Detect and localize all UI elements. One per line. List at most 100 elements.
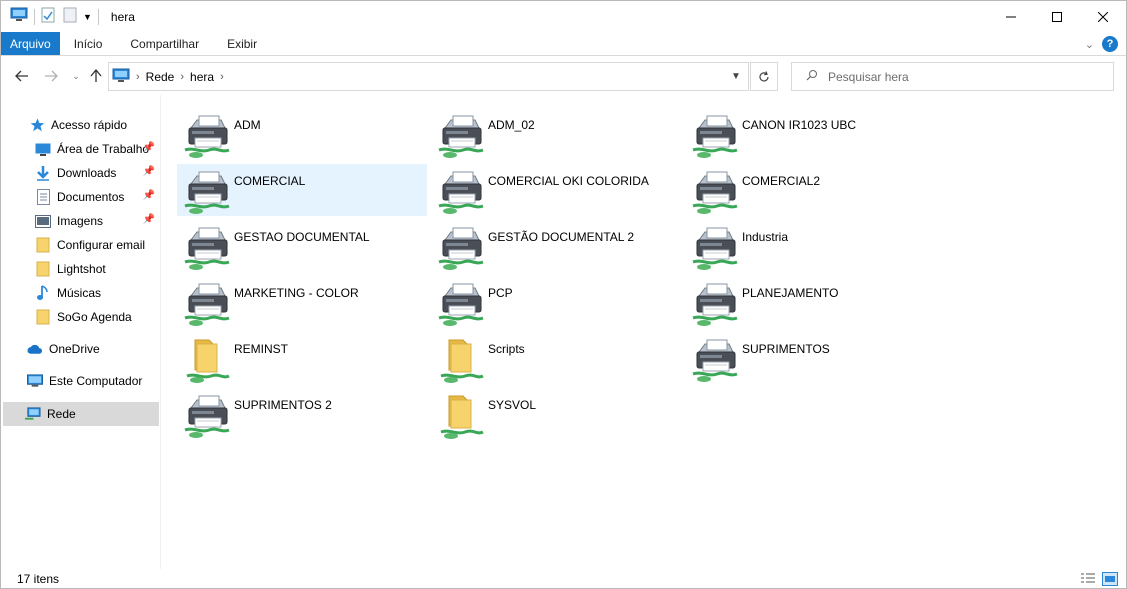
pin-icon[interactable]: 📌	[143, 214, 155, 225]
nav-item-label: Downloads	[57, 166, 117, 180]
nav-network-label: Rede	[47, 407, 76, 421]
properties-icon[interactable]	[41, 7, 55, 26]
nav-network[interactable]: Rede	[3, 402, 159, 426]
close-button[interactable]	[1080, 1, 1126, 32]
expand-ribbon-icon[interactable]: ⌄	[1085, 38, 1094, 51]
nav-item-downloads[interactable]: Downloads 📌	[3, 161, 159, 185]
maximize-button[interactable]	[1034, 1, 1080, 32]
printer-item[interactable]: COMERCIAL OKI COLORIDA	[431, 164, 681, 216]
up-button[interactable]	[87, 67, 105, 85]
recent-locations-button[interactable]: ⌄	[67, 67, 85, 85]
nav-item-label: Imagens	[57, 214, 104, 228]
folder-icon	[35, 309, 51, 325]
large-icons-view-icon[interactable]	[1102, 572, 1118, 586]
nav-item-configurar-email[interactable]: Configurar email	[3, 233, 159, 257]
folder-icon	[35, 237, 51, 253]
download-icon	[35, 165, 51, 181]
network-share-item[interactable]: SYSVOL	[431, 388, 681, 440]
tab-exibir[interactable]: Exibir	[213, 32, 271, 55]
network-printer-icon	[691, 224, 739, 272]
nav-item-lightshot[interactable]: Lightshot	[3, 257, 159, 281]
item-name: MARKETING - COLOR	[234, 286, 359, 300]
breadcrumb-rede[interactable]: Rede	[146, 70, 175, 84]
item-name: SYSVOL	[488, 398, 537, 412]
back-button[interactable]	[13, 67, 31, 85]
printer-item[interactable]: CANON IR1023 UBC	[685, 108, 935, 160]
breadcrumb-separator-icon[interactable]: ›	[136, 71, 140, 83]
computer-icon[interactable]	[10, 7, 28, 26]
nav-item-musicas[interactable]: Músicas	[3, 281, 159, 305]
printer-item[interactable]: ADM_02	[431, 108, 681, 160]
breadcrumb-hera[interactable]: hera	[190, 70, 214, 84]
breadcrumb-separator-icon[interactable]: ›	[220, 71, 224, 83]
content-area: ADM ADM_02 CANON IR1023 UBC COMERCIAL COMERC…	[162, 95, 1126, 569]
image-icon	[35, 213, 51, 229]
forward-button[interactable]	[42, 67, 60, 85]
nav-onedrive[interactable]: OneDrive	[3, 337, 159, 361]
window-controls	[988, 1, 1126, 32]
computer-icon	[27, 373, 43, 389]
item-name: REMINST	[234, 342, 288, 356]
tab-arquivo[interactable]: Arquivo	[1, 32, 60, 55]
search-box[interactable]	[791, 62, 1114, 91]
customize-toolbar-icon[interactable]: ▼	[83, 12, 92, 22]
nav-quick-access[interactable]: Acesso rápido	[3, 113, 159, 137]
nav-item-label: Área de Trabalho	[57, 142, 150, 156]
ribbon-right-controls: ⌄ ?	[1085, 32, 1118, 56]
nav-item-area-de-trabalho[interactable]: Área de Trabalho 📌	[3, 137, 159, 161]
network-printer-icon	[183, 224, 231, 272]
printer-item[interactable]: SUPRIMENTOS	[685, 332, 935, 384]
address-bar[interactable]: › Rede › hera › ▼	[108, 62, 749, 91]
search-icon	[806, 69, 818, 84]
printer-item[interactable]: GESTAO DOCUMENTAL	[177, 220, 427, 272]
nav-item-sogo-agenda[interactable]: SoGo Agenda	[3, 305, 159, 329]
nav-item-imagens[interactable]: Imagens 📌	[3, 209, 159, 233]
search-input[interactable]	[828, 69, 1098, 84]
window-title: hera	[110, 9, 135, 24]
item-name: CANON IR1023 UBC	[742, 118, 857, 132]
tab-compartilhar[interactable]: Compartilhar	[116, 32, 213, 55]
printer-item[interactable]: PLANEJAMENTO	[685, 276, 935, 328]
printer-item[interactable]: MARKETING - COLOR	[177, 276, 427, 328]
network-share-item[interactable]: REMINST	[177, 332, 427, 384]
breadcrumb-separator-icon[interactable]: ›	[180, 71, 184, 83]
quick-access-toolbar: ▼ hera	[1, 1, 135, 32]
network-icon	[112, 68, 130, 86]
tab-inicio[interactable]: Início	[60, 32, 117, 55]
nav-quick-access-label: Acesso rápido	[51, 118, 128, 132]
shared-folder-icon	[437, 392, 485, 440]
printer-item[interactable]: COMERCIAL2	[685, 164, 935, 216]
printer-item[interactable]: Industria	[685, 220, 935, 272]
nav-item-documentos[interactable]: Documentos 📌	[3, 185, 159, 209]
folder-icon	[35, 261, 51, 277]
item-name: COMERCIAL2	[742, 174, 821, 188]
help-icon[interactable]: ?	[1102, 36, 1118, 52]
shared-folder-icon	[437, 336, 485, 384]
item-name: GESTÃO DOCUMENTAL 2	[488, 230, 635, 244]
desktop-icon	[35, 141, 51, 157]
network-printer-icon	[183, 168, 231, 216]
details-view-icon[interactable]	[1080, 572, 1096, 586]
printer-item[interactable]: PCP	[431, 276, 681, 328]
pin-icon[interactable]: 📌	[143, 142, 155, 153]
nav-item-label: Configurar email	[57, 238, 146, 252]
printer-item[interactable]: SUPRIMENTOS 2	[177, 388, 427, 440]
address-dropdown-icon[interactable]: ▼	[724, 63, 748, 90]
pin-icon[interactable]: 📌	[143, 166, 155, 177]
nav-item-label: Lightshot	[57, 262, 106, 276]
printer-item[interactable]: GESTÃO DOCUMENTAL 2	[431, 220, 681, 272]
nav-this-pc-label: Este Computador	[49, 374, 143, 388]
printer-item[interactable]: ADM	[177, 108, 427, 160]
ribbon-tabs: Arquivo Início Compartilhar Exibir ⌄ ?	[1, 32, 1126, 56]
refresh-button[interactable]	[750, 62, 778, 91]
nav-this-pc[interactable]: Este Computador	[3, 369, 159, 393]
printer-item[interactable]: COMERCIAL	[177, 164, 427, 216]
navigation-pane: Acesso rápido Área de Trabalho 📌 Downloa…	[1, 95, 161, 569]
item-name: PLANEJAMENTO	[742, 286, 839, 300]
new-folder-icon[interactable]	[63, 7, 77, 26]
minimize-button[interactable]	[988, 1, 1034, 32]
star-icon	[29, 117, 45, 133]
pin-icon[interactable]: 📌	[143, 190, 155, 201]
network-share-item[interactable]: Scripts	[431, 332, 681, 384]
network-printer-icon	[437, 112, 485, 160]
